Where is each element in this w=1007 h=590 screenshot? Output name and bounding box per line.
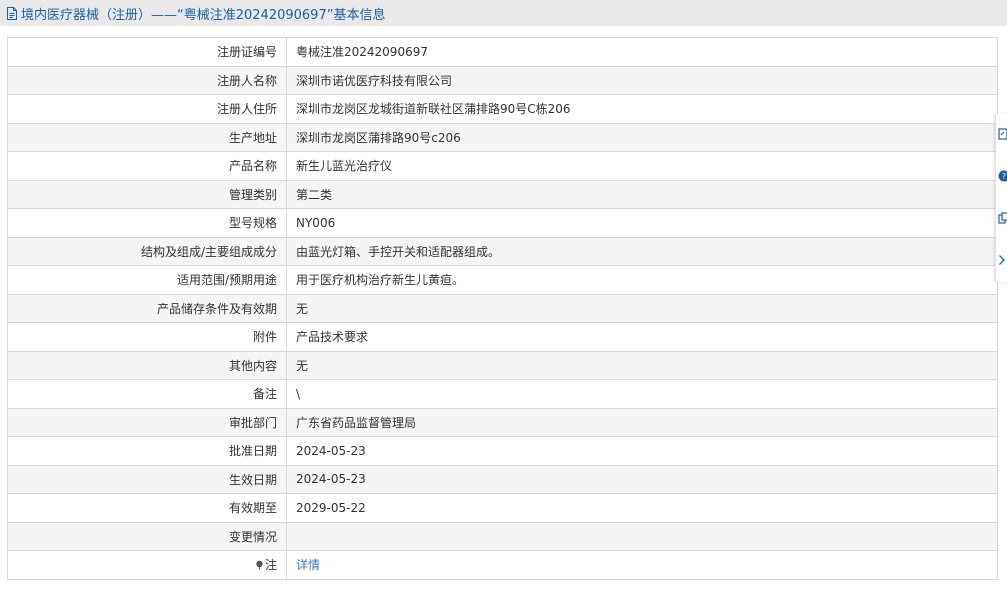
- field-label: 型号规格: [7, 208, 287, 238]
- note-row: 注 详情: [7, 550, 998, 580]
- table-row: 注册证编号 粤械注准20242090697: [7, 37, 998, 67]
- field-label: 其他内容: [7, 350, 287, 380]
- field-value: 新生儿蓝光治疗仪: [286, 151, 998, 181]
- table-row: 注册人住所 深圳市龙岗区龙城街道新联社区蒲排路90号C栋206: [7, 94, 998, 124]
- copy-icon[interactable]: [998, 210, 1007, 226]
- field-label: 审批部门: [7, 407, 287, 437]
- field-value: 无: [286, 350, 998, 380]
- table-row: 变更情况: [7, 521, 998, 551]
- pin-icon: [255, 559, 264, 573]
- field-value: 粤械注准20242090697: [286, 37, 998, 67]
- table-row: 型号规格 NY006: [7, 208, 998, 238]
- field-label: 附件: [7, 322, 287, 352]
- document-icon: [4, 5, 20, 21]
- side-toolbar: ?: [995, 114, 1007, 282]
- table-row: 备注 \: [7, 379, 998, 409]
- collapse-arrow-icon[interactable]: [998, 252, 1007, 268]
- field-value: 用于医疗机构治疗新生儿黄疸。: [286, 265, 998, 295]
- edit-icon[interactable]: [998, 126, 1007, 142]
- table-row: 其他内容无: [7, 350, 998, 380]
- field-value: [286, 521, 998, 551]
- field-value: 深圳市龙岗区蒲排路90号c206: [286, 122, 998, 152]
- registration-info-table: 注册证编号 粤械注准20242090697 注册人名称 深圳市诺优医疗科技有限公司 注册…: [7, 37, 998, 580]
- svg-text:?: ?: [1002, 172, 1006, 181]
- field-value: 无: [286, 293, 998, 323]
- table-row: 产品储存条件及有效期无: [7, 293, 998, 323]
- field-value: 由蓝光灯箱、手控开关和适配器组成。: [286, 236, 998, 266]
- field-value: 第二类: [286, 179, 998, 209]
- field-label: 结构及组成/主要组成成分: [7, 236, 287, 266]
- table-row: 附件 产品技术要求: [7, 322, 998, 352]
- field-value: 2029-05-22: [286, 493, 998, 523]
- field-value: 深圳市龙岗区龙城街道新联社区蒲排路90号C栋206: [286, 94, 998, 124]
- table-row: 批准日期 2024-05-23: [7, 436, 998, 466]
- field-label: 生效日期: [7, 464, 287, 494]
- field-value: 2024-05-23: [286, 436, 998, 466]
- note-label: 注: [264, 558, 277, 573]
- table-row: 生产地址 深圳市龙岗区蒲排路90号c206: [7, 122, 998, 152]
- table-row: 结构及组成/主要组成成分 由蓝光灯箱、手控开关和适配器组成。: [7, 236, 998, 266]
- field-value: 深圳市诺优医疗科技有限公司: [286, 65, 998, 95]
- table-row: 生效日期 2024-05-23: [7, 464, 998, 494]
- field-label: 产品名称: [7, 151, 287, 181]
- field-label: 有效期至: [7, 493, 287, 523]
- field-label: 备注: [7, 379, 287, 409]
- field-value: 产品技术要求: [286, 322, 998, 352]
- table-row: 审批部门 广东省药品监督管理局: [7, 407, 998, 437]
- field-label: 管理类别: [7, 179, 287, 209]
- table-row: 产品名称 新生儿蓝光治疗仪: [7, 151, 998, 181]
- page-title: 境内医疗器械（注册）——“粤械注准20242090697”基本信息: [21, 7, 386, 23]
- field-label: 产品储存条件及有效期: [7, 293, 287, 323]
- info-table-container: 注册证编号 粤械注准20242090697 注册人名称 深圳市诺优医疗科技有限公司 注册…: [7, 37, 998, 580]
- table-row: 有效期至 2029-05-22: [7, 493, 998, 523]
- note-label-cell: 注: [7, 550, 287, 580]
- field-label: 批准日期: [7, 436, 287, 466]
- field-label: 注册人住所: [7, 94, 287, 124]
- table-row: 适用范围/预期用途 用于医疗机构治疗新生儿黄疸。: [7, 265, 998, 295]
- help-icon[interactable]: ?: [998, 168, 1007, 184]
- field-label: 适用范围/预期用途: [7, 265, 287, 295]
- page-header: 境内医疗器械（注册）——“粤械注准20242090697”基本信息: [0, 0, 1007, 26]
- note-value-cell: 详情: [286, 550, 998, 580]
- field-label: 注册证编号: [7, 37, 287, 67]
- table-row: 注册人名称 深圳市诺优医疗科技有限公司: [7, 65, 998, 95]
- field-label: 生产地址: [7, 122, 287, 152]
- details-link[interactable]: 详情: [296, 558, 320, 572]
- table-row: 管理类别 第二类: [7, 179, 998, 209]
- field-value: 2024-05-23: [286, 464, 998, 494]
- field-value: 广东省药品监督管理局: [286, 407, 998, 437]
- field-value: NY006: [286, 208, 998, 238]
- field-label: 注册人名称: [7, 65, 287, 95]
- field-label: 变更情况: [7, 521, 287, 551]
- field-value: \: [286, 379, 998, 409]
